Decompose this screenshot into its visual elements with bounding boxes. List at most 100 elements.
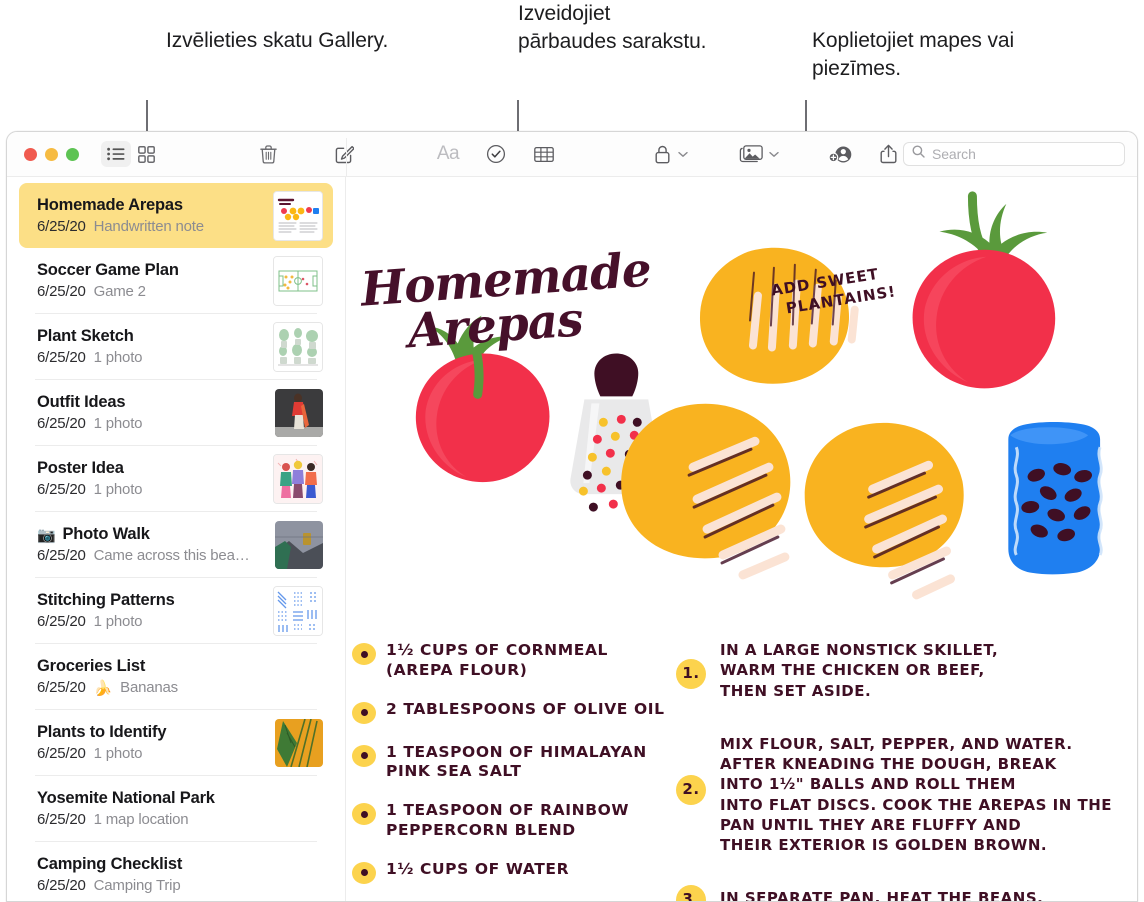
note-item-meta: 6/25/20 1 map location xyxy=(37,811,323,828)
lock-chevron-down-icon[interactable] xyxy=(678,145,688,163)
note-list-item-stitching-patterns[interactable]: Stitching Patterns 6/25/20 1 photo xyxy=(19,578,333,643)
note-item-meta: 6/25/20 Came across this bea… xyxy=(37,547,267,564)
note-item-date: 6/25/20 xyxy=(37,218,86,235)
note-item-date: 6/25/20 xyxy=(37,745,86,762)
text-format-icon[interactable]: Aa xyxy=(433,141,463,167)
trash-icon[interactable] xyxy=(253,141,283,167)
note-item-meta: 6/25/20 Handwritten note xyxy=(37,218,265,235)
table-icon[interactable] xyxy=(529,141,559,167)
note-item-title: Plants to Identify xyxy=(37,723,167,741)
note-item-meta: 6/25/20 1 photo xyxy=(37,613,265,630)
search-input-placeholder[interactable]: Search xyxy=(932,146,976,162)
notes-app-window: Aa Search Homemade Arepas 6/25/20 Handwr… xyxy=(6,131,1138,902)
note-list-item-soccer-game-plan[interactable]: Soccer Game Plan 6/25/20 Game 2 xyxy=(19,248,333,313)
note-item-text: Plants to Identify 6/25/20 1 photo xyxy=(37,723,267,762)
note-annotation-plantains: ADD SWEET PLANTAINS! xyxy=(756,262,898,323)
note-item-text: Outfit Ideas 6/25/20 1 photo xyxy=(37,393,267,432)
bullet-icon xyxy=(352,744,376,767)
checklist-icon[interactable] xyxy=(481,141,511,167)
note-item-meta: 6/25/20 1 photo xyxy=(37,349,265,366)
ingredient-item[interactable]: 1½ CUPS OF CORNMEAL (AREPA FLOUR) xyxy=(352,641,682,681)
step-number-badge: 1. xyxy=(676,659,706,689)
note-list-item-plant-sketch[interactable]: Plant Sketch 6/25/20 1 photo xyxy=(19,314,333,379)
note-item-preview: 1 photo xyxy=(93,745,143,762)
pepper-shaker xyxy=(570,353,663,512)
note-item-text: Groceries List 6/25/20 🍌 Bananas xyxy=(37,657,323,697)
search-field[interactable]: Search xyxy=(903,142,1125,166)
note-item-date: 6/25/20 xyxy=(37,877,86,894)
note-item-text: Yosemite National Park 6/25/20 1 map loc… xyxy=(37,789,323,828)
step-number-badge: 3. xyxy=(676,885,706,901)
notes-list-sidebar[interactable]: Homemade Arepas 6/25/20 Handwritten note xyxy=(7,177,346,901)
media-chevron-down-icon[interactable] xyxy=(769,145,779,163)
toolbar-left-section xyxy=(7,132,305,176)
note-item-preview: 1 photo xyxy=(93,349,143,366)
ingredient-text: 1½ CUPS OF CORNMEAL (AREPA FLOUR) xyxy=(386,641,609,679)
note-item-title: Yosemite National Park xyxy=(37,789,215,807)
bullet-icon xyxy=(352,861,376,884)
bullet-icon xyxy=(352,803,376,826)
note-item-date: 6/25/20 xyxy=(37,547,86,564)
share-icon[interactable] xyxy=(873,141,903,167)
lock-icon[interactable] xyxy=(647,141,677,167)
ingredient-text: 1½ CUPS OF WATER xyxy=(386,859,570,878)
search-icon xyxy=(912,145,925,163)
note-item-preview: Came across this bea… xyxy=(93,547,250,564)
gallery-view-icon[interactable] xyxy=(131,141,161,167)
note-item-thumbnail xyxy=(273,321,323,372)
instruction-step: 2. MIX FLOUR, SALT, PEPPER, AND WATER. A… xyxy=(676,731,1126,856)
note-item-title: Plant Sketch xyxy=(37,327,134,345)
note-list-item-outfit-ideas[interactable]: Outfit Ideas 6/25/20 1 photo xyxy=(19,380,333,445)
note-item-title: Stitching Patterns xyxy=(37,591,175,609)
note-item-thumbnail xyxy=(273,255,323,306)
note-item-text: Poster Idea 6/25/20 1 photo xyxy=(37,459,265,498)
close-window-button[interactable] xyxy=(24,147,37,161)
ingredient-item[interactable]: 2 TABLESPOONS OF OLIVE OIL xyxy=(352,700,682,724)
arepa-lower-right xyxy=(804,422,964,600)
note-list-item-camping-checklist[interactable]: Camping Checklist 6/25/20 Camping Trip xyxy=(19,842,333,901)
step-text: MIX FLOUR, SALT, PEPPER, AND WATER. AFTE… xyxy=(720,734,1113,854)
media-icon[interactable] xyxy=(734,141,768,167)
minimize-window-button[interactable] xyxy=(45,147,58,161)
note-list-item-photo-walk[interactable]: 📷 Photo Walk 6/25/20 Came across this bea… xyxy=(19,512,333,577)
note-handwritten-title: Homemade Arepas xyxy=(359,242,724,359)
note-item-thumbnail xyxy=(273,190,323,241)
note-item-title: Poster Idea xyxy=(37,459,124,477)
note-detail-pane[interactable]: Homemade Arepas ADD SWEET PLANTAINS! 1½ … xyxy=(346,177,1137,902)
note-item-thumbnail xyxy=(273,585,323,636)
list-view-icon[interactable] xyxy=(101,141,131,167)
add-collaborator-icon[interactable] xyxy=(825,141,855,167)
note-item-preview: 1 photo xyxy=(93,481,143,498)
note-item-meta: 6/25/20 1 photo xyxy=(37,481,265,498)
note-item-meta: 6/25/20 1 photo xyxy=(37,745,267,762)
ingredient-item[interactable]: 1 TEASPOON OF RAINBOW PEPPERCORN BLEND xyxy=(352,801,682,841)
bean-jar xyxy=(1008,422,1103,575)
step-text: IN SEPARATE PAN, HEAT THE BEANS. xyxy=(720,889,1044,902)
note-list-item-homemade-arepas[interactable]: Homemade Arepas 6/25/20 Handwritten note xyxy=(19,183,333,248)
note-item-meta: 6/25/20 Camping Trip xyxy=(37,877,323,894)
note-item-date: 6/25/20 xyxy=(37,283,86,300)
note-item-date: 6/25/20 xyxy=(37,415,86,432)
note-list-item-plants-to-identify[interactable]: Plants to Identify 6/25/20 1 photo xyxy=(19,710,333,775)
note-item-text: Homemade Arepas 6/25/20 Handwritten note xyxy=(37,196,265,235)
step-number-badge: 2. xyxy=(676,774,706,805)
note-item-preview: 1 photo xyxy=(93,613,143,630)
note-item-meta: 6/25/20 🍌 Bananas xyxy=(37,679,323,697)
note-list-item-groceries-list[interactable]: Groceries List 6/25/20 🍌 Bananas xyxy=(19,644,333,709)
note-item-meta: 6/25/20 Game 2 xyxy=(37,283,265,300)
maximize-window-button[interactable] xyxy=(66,147,79,161)
window-traffic-lights xyxy=(24,147,79,161)
compose-note-icon[interactable] xyxy=(329,141,359,167)
ingredient-item[interactable]: 1½ CUPS OF WATER xyxy=(352,860,682,884)
handwritten-note-canvas: Homemade Arepas ADD SWEET PLANTAINS! 1½ … xyxy=(346,177,1137,902)
note-list-item-poster-idea[interactable]: Poster Idea 6/25/20 1 photo xyxy=(19,446,333,511)
ingredient-item[interactable]: 1 TEASPOON OF HIMALAYAN PINK SEA SALT xyxy=(352,743,682,783)
note-list-item-yosemite-national-park[interactable]: Yosemite National Park 6/25/20 1 map loc… xyxy=(19,776,333,841)
note-item-date: 6/25/20 xyxy=(37,349,86,366)
callout-share-text: Koplietojiet mapes vai piezīmes. xyxy=(812,29,1015,80)
note-item-preview: Handwritten note xyxy=(93,218,204,235)
instructions-list: 1. IN A LARGE NONSTICK SKILLET, WARM THE… xyxy=(676,637,1126,902)
note-item-date: 6/25/20 xyxy=(37,481,86,498)
note-item-text: Plant Sketch 6/25/20 1 photo xyxy=(37,327,265,366)
note-item-thumbnail xyxy=(275,388,323,437)
